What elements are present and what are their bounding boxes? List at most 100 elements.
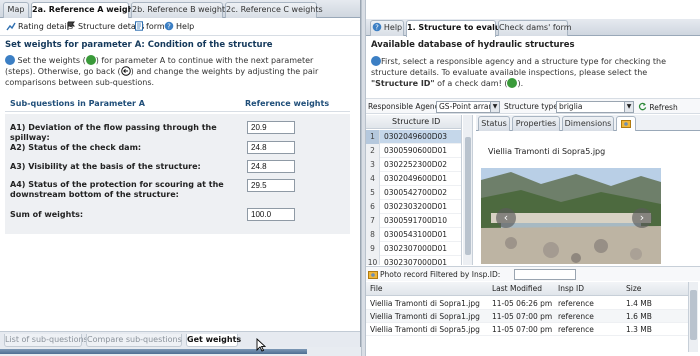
- next-photo-button[interactable]: ›: [632, 208, 652, 228]
- tab-get-weights[interactable]: Get weights: [186, 334, 241, 347]
- grid-scrollbar[interactable]: [463, 115, 473, 265]
- question-a3-weight-input[interactable]: [247, 160, 295, 173]
- form-icon: [135, 21, 143, 31]
- agency-label: Responsible Agency:: [368, 102, 446, 111]
- tab-check-dams-form[interactable]: Check dams' form: [498, 20, 572, 36]
- database-instructions-bold: "Structure ID": [371, 79, 435, 88]
- structure-id-header-label: Structure ID: [392, 117, 441, 126]
- photo-folder-icon: [368, 271, 378, 279]
- photo-folder-icon: [621, 120, 631, 128]
- table-row[interactable]: Viellia Tramonti di Sopra1.jpg 11-05 06:…: [366, 297, 688, 310]
- help-icon: ?: [164, 21, 174, 31]
- previous-photo-button[interactable]: ‹: [496, 208, 516, 228]
- help-icon: ?: [372, 22, 382, 32]
- file-column-header[interactable]: File: [370, 282, 383, 296]
- insp-id-column-header[interactable]: Insp ID: [558, 282, 584, 296]
- table-row[interactable]: 2 0300590600D01: [366, 144, 461, 158]
- tab-map[interactable]: Map: [3, 2, 29, 18]
- tab-reference-c-weights[interactable]: 2c. Reference C weights: [225, 2, 323, 18]
- form-label: form: [146, 22, 165, 31]
- grid-scrollbar-thumb[interactable]: [465, 137, 471, 255]
- table-row[interactable]: 6 0302303200D01: [366, 200, 461, 214]
- table-row[interactable]: Viellia Tramonti di Sopra1.jpg 11-05 07:…: [366, 310, 688, 323]
- question-a2-weight-input[interactable]: [247, 141, 295, 154]
- file-name-cell: Viellia Tramonti di Sopra1.jpg: [370, 299, 480, 308]
- insp-id-cell: reference: [558, 325, 594, 334]
- table-row[interactable]: 3 0302252300D02: [366, 158, 461, 172]
- row-number: 4: [366, 172, 380, 186]
- tab-dimensions[interactable]: Dimensions: [562, 116, 614, 131]
- tab-help-label: Help: [383, 23, 403, 32]
- photo-files-table: File Last Modified Insp ID Size Viellia …: [366, 282, 688, 352]
- database-instructions-part-3: ).: [517, 79, 524, 88]
- tab-structure-to-evaluate[interactable]: 1. Structure to evaluate: [406, 20, 515, 37]
- table-row[interactable]: 7 0300591700D10: [366, 214, 461, 228]
- row-number: 6: [366, 200, 380, 214]
- table-row[interactable]: 1 0302049600D03: [366, 130, 461, 144]
- files-table-scrollbar[interactable]: [688, 282, 698, 352]
- last-modified-cell: 11-05 06:26 pm: [492, 299, 553, 308]
- structure-id-cell: 0300542700D02: [384, 188, 448, 197]
- tab-status[interactable]: Status: [478, 116, 510, 131]
- help-button[interactable]: ? Help: [164, 21, 194, 33]
- table-row[interactable]: 8 0300543100D01: [366, 228, 461, 242]
- structure-id-cell: 0302252300D02: [384, 160, 448, 169]
- left-toolbar: Rating details Structure details form ? H…: [0, 18, 360, 36]
- structure-details-button[interactable]: Structure details: [66, 21, 144, 33]
- detail-tabs: Status Properties Dimensions: [476, 115, 700, 131]
- row-number: 8: [366, 228, 380, 242]
- filter-bar: Responsible Agency: GS-Point arranç ▼ St…: [366, 98, 700, 114]
- refresh-button[interactable]: Refresh: [638, 102, 678, 112]
- table-row[interactable]: 9 0302307000D01: [366, 242, 461, 256]
- filter-insp-id-input[interactable]: [514, 269, 576, 280]
- chart-icon: [6, 22, 16, 31]
- files-table-scrollbar-thumb[interactable]: [690, 290, 697, 340]
- tab-photos[interactable]: [616, 116, 636, 131]
- photo-caption: Viellia Tramonti di Sopra5.jpg: [488, 147, 606, 156]
- mouse-cursor-icon: [256, 338, 266, 352]
- rating-details-button[interactable]: Rating details: [6, 21, 73, 33]
- insp-id-cell: reference: [558, 299, 594, 308]
- file-name-cell: Viellia Tramonti di Sopra1.jpg: [370, 312, 480, 321]
- tab-compare-sub-questions[interactable]: Compare sub-questions: [86, 334, 182, 347]
- info-icon: [5, 55, 15, 65]
- table-row[interactable]: Viellia Tramonti di Sopra5.jpg 11-05 07:…: [366, 323, 688, 336]
- photo-record-bar: Photo record Filtered by Insp.ID:: [366, 266, 700, 281]
- size-cell: 1.4 MB: [626, 299, 652, 308]
- structure-type-label: Structure type:: [504, 102, 561, 111]
- tab-reference-b-weights[interactable]: 2b. Reference B weights: [131, 2, 229, 18]
- database-instructions-part-2: of a check dam! (: [434, 79, 508, 88]
- database-instructions-part-1: First, select a responsible agency and a…: [371, 57, 667, 77]
- size-column-header[interactable]: Size: [626, 282, 641, 296]
- help-label: Help: [176, 22, 195, 31]
- row-number: 9: [366, 242, 380, 256]
- left-panel: Map 2a. Reference A weights 2b. Referenc…: [0, 0, 361, 356]
- table-row[interactable]: 10 0302307000D01: [366, 256, 461, 265]
- rating-details-label: Rating details: [18, 22, 73, 31]
- structure-id-column-header[interactable]: Structure ID: [366, 115, 461, 129]
- instructions-text: Set the weights () for parameter A to co…: [5, 55, 335, 88]
- question-a4-weight-input[interactable]: [247, 179, 295, 192]
- question-a1-weight-input[interactable]: [247, 121, 295, 134]
- tab-properties[interactable]: Properties: [512, 116, 560, 131]
- filter-insp-id-label: Filtered by Insp.ID:: [430, 270, 501, 279]
- last-modified-column-header[interactable]: Last Modified: [492, 282, 542, 296]
- tab-list-of-sub-questions[interactable]: List of sub-questions: [4, 334, 88, 347]
- last-modified-cell: 11-05 07:00 pm: [492, 312, 553, 321]
- size-cell: 1.3 MB: [626, 325, 652, 334]
- table-row[interactable]: 5 0300542700D02: [366, 186, 461, 200]
- refresh-icon: [638, 102, 647, 111]
- structure-type-select[interactable]: briglia ▼: [556, 101, 634, 113]
- structure-id-cell: 0302307000D01: [384, 244, 448, 253]
- agency-select[interactable]: GS-Point arranç ▼: [436, 101, 500, 113]
- flag-icon: [67, 21, 75, 30]
- tab-reference-a-weights[interactable]: 2a. Reference A weights: [31, 2, 142, 19]
- sub-questions-header: Sub-questions in Parameter A: [10, 99, 145, 108]
- tab-help[interactable]: ? Help: [370, 20, 404, 36]
- structure-id-cell: 0302307000D01: [384, 258, 448, 265]
- right-content: Available database of hydraulic structur…: [371, 40, 693, 89]
- table-row[interactable]: 4 0302049600D01: [366, 172, 461, 186]
- form-button[interactable]: form: [134, 21, 165, 33]
- structure-id-cell: 0300590600D01: [384, 146, 448, 155]
- sum-of-weights-label: Sum of weights:: [10, 210, 84, 219]
